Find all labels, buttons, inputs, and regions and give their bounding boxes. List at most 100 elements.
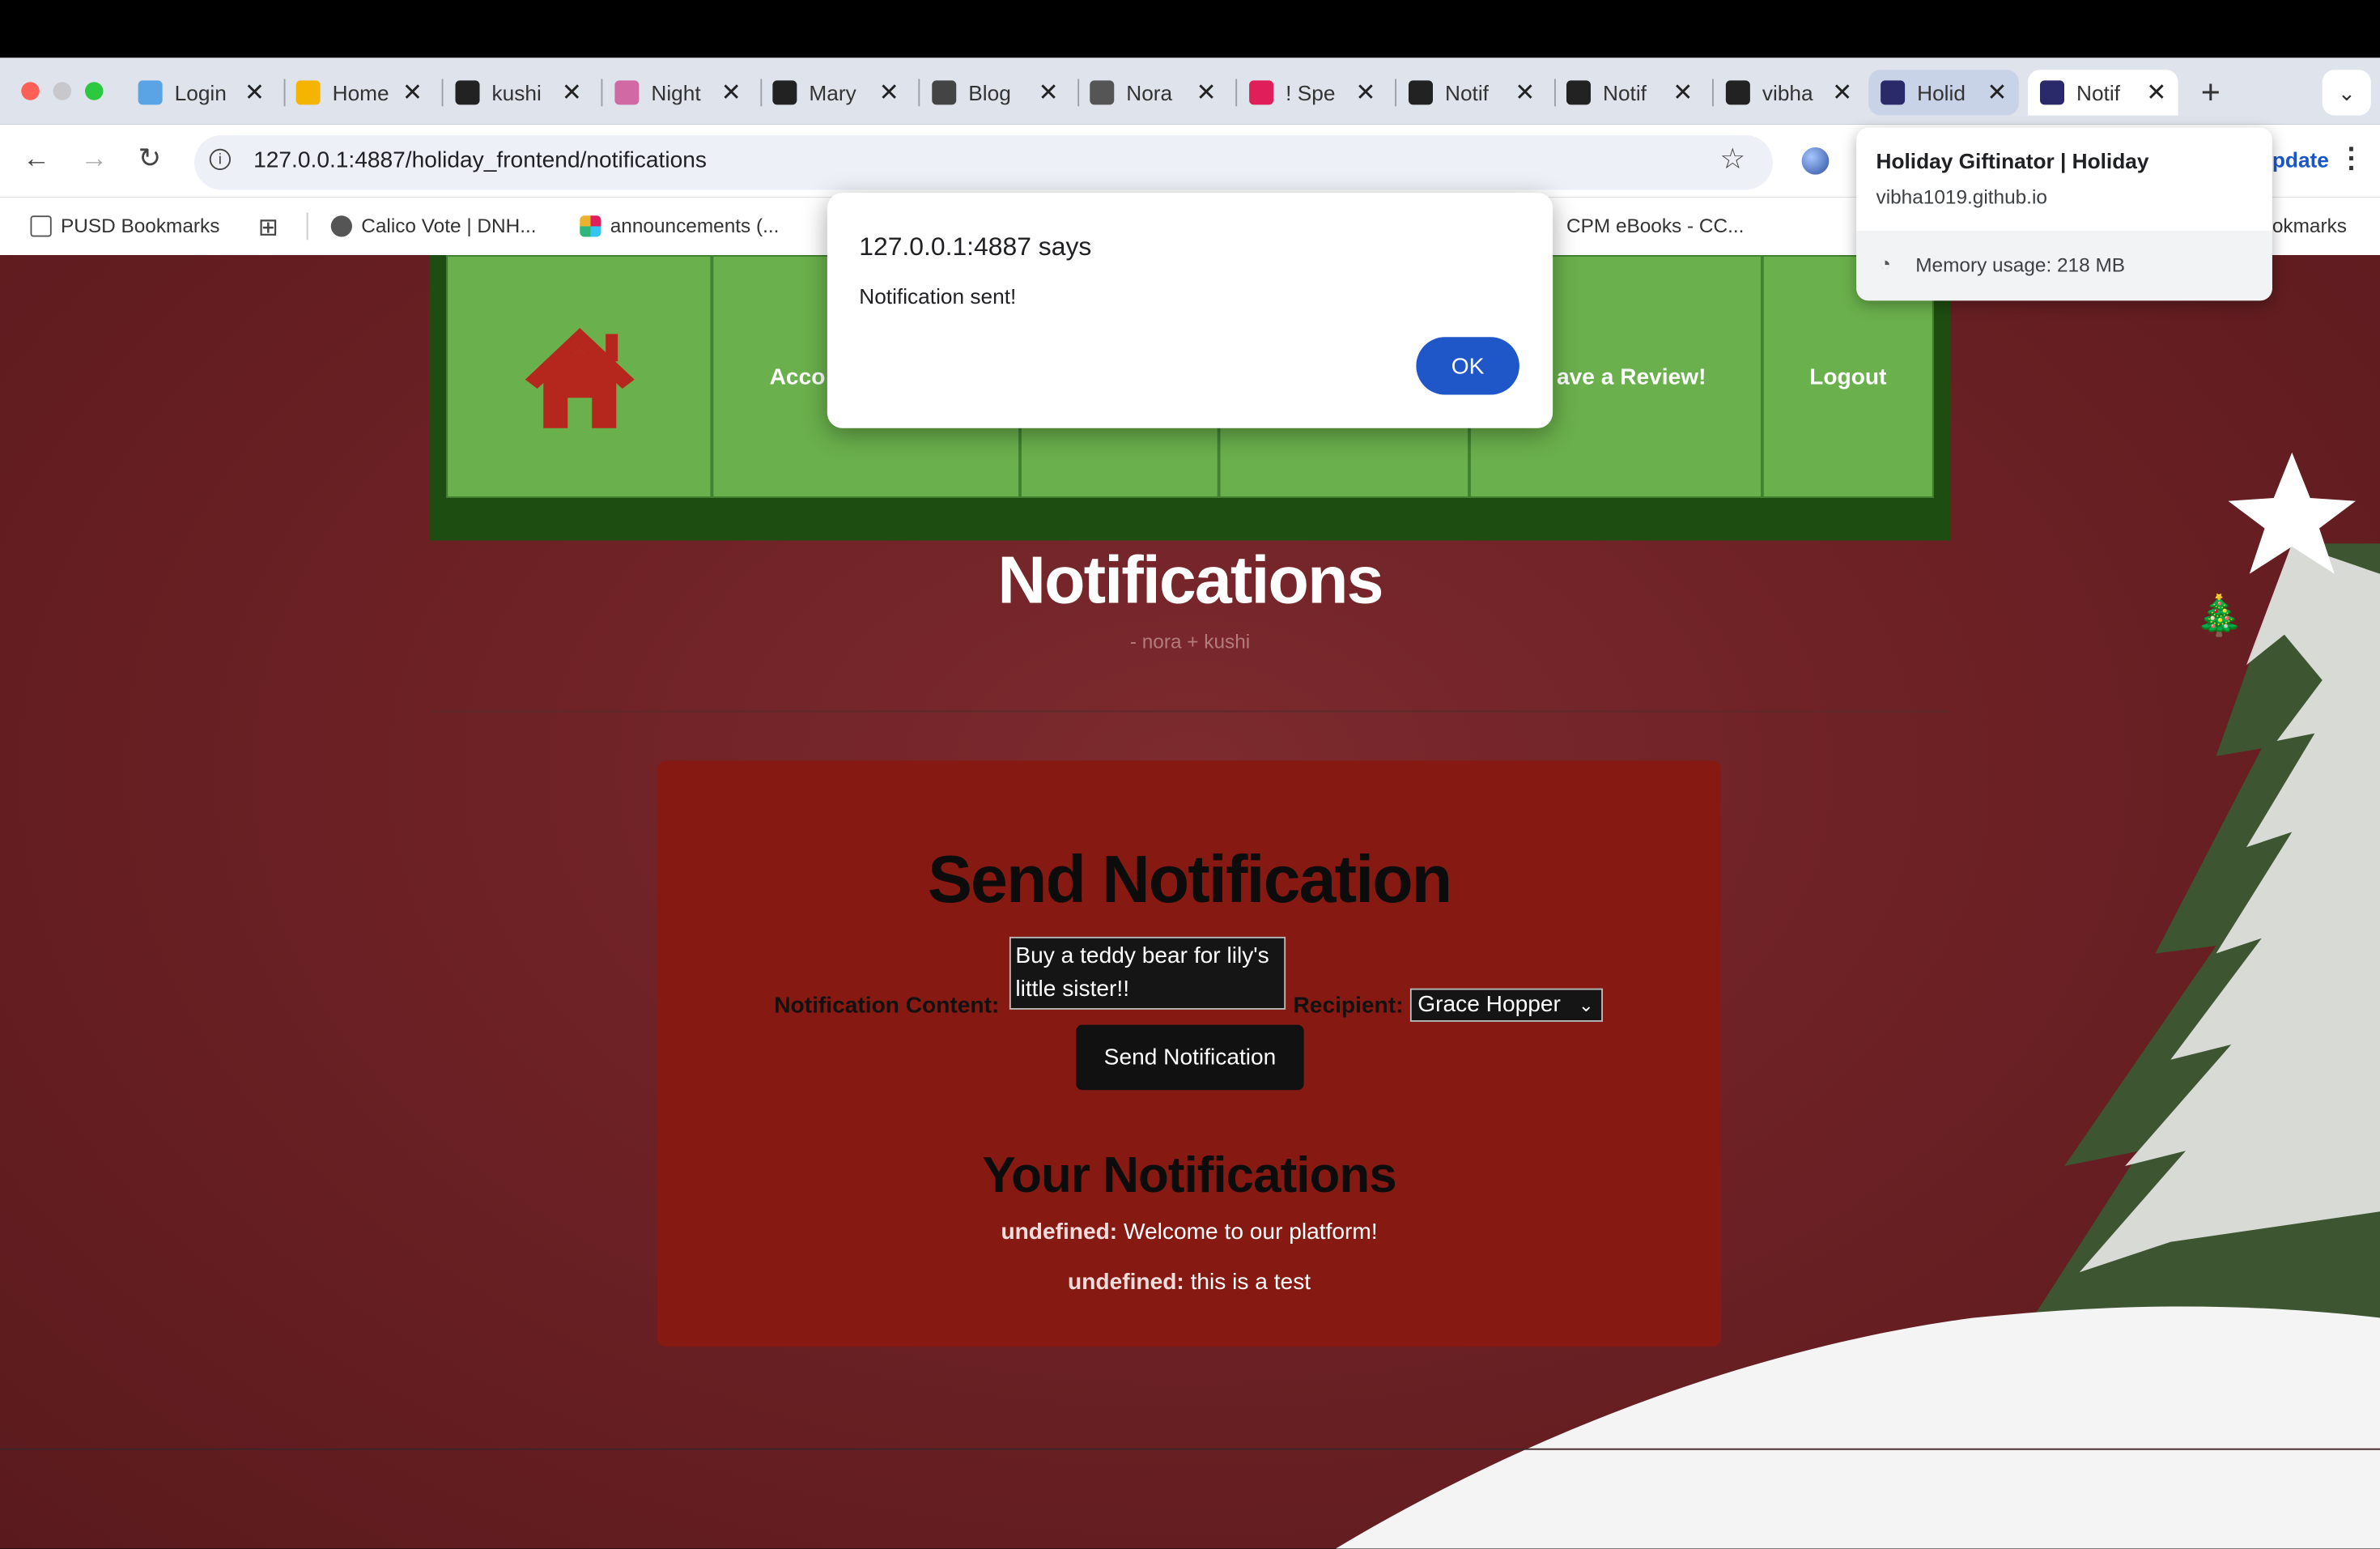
hover-card-domain: vibha1019.github.io [1876,185,2047,208]
ok-button[interactable]: OK [1416,337,1519,394]
tab-close-icon[interactable]: ✕ [402,78,423,109]
tab[interactable]: Blog✕ [920,70,1070,115]
tab[interactable]: Notif ✕ [2028,70,2178,115]
all-bookmarks[interactable]: okmarks [2272,214,2347,236]
tab[interactable]: Night✕ [602,70,753,115]
tab-search-chevron-icon[interactable]: ⌄ [2323,70,2371,115]
calico-icon [331,215,352,236]
tab-hover-card: Holiday Giftinator | Holiday vibha1019.g… [1856,128,2272,301]
notification-content-input[interactable]: Buy a teddy bear for lily's little siste… [1009,937,1286,1010]
tab-close-icon[interactable]: ✕ [244,78,265,109]
back-arrow-icon[interactable]: ← [23,143,50,174]
tab-favicon-icon [1726,80,1750,104]
tab-favicon-icon [932,80,956,104]
tab-favicon-icon [1881,80,1905,104]
site-info-icon[interactable]: i [210,149,231,170]
tab-favicon-icon [1090,80,1114,104]
tab[interactable]: ! Spe✕ [1237,70,1388,115]
tab-favicon-icon [1566,80,1591,104]
tab-label: vibha [1762,80,1820,104]
page-content: 🎄 Acco ave a Review! Logout Notification… [0,255,2380,1549]
page-title: Notifications [0,543,2380,619]
url-text[interactable]: 127.0.0.1:4887/holiday_frontend/notifica… [253,147,707,173]
page-subtitle: - nora + kushi [0,630,2380,653]
chevron-down-icon: ⌄ [1579,990,1594,1021]
extension-globe-icon[interactable] [1802,147,1830,175]
tab-close-icon[interactable]: ✕ [1355,78,1375,109]
bookmark-label: okmarks [2272,214,2347,236]
bookmark-label: announcements (... [610,214,780,236]
footer-divider [0,1449,2380,1450]
maximize-window-button[interactable] [85,82,104,100]
tab-close-icon[interactable]: ✕ [1672,78,1693,109]
notification-card: Send Notification Notification Content: … [657,760,1721,1347]
notification-item: undefined: this is a test [657,1270,1721,1296]
close-window-button[interactable] [21,82,40,100]
tab-favicon-icon [138,80,163,104]
bookmark-cpm[interactable]: CPM eBooks - CC... [1566,214,1744,236]
tab[interactable]: Mary ✕ [760,70,911,115]
tab-label: Holid [1917,80,1974,104]
bookmark-announcements[interactable]: announcements (... [580,214,779,236]
tab[interactable]: Nora ✕ [1077,70,1228,115]
tab-close-icon[interactable]: ✕ [1515,78,1535,109]
new-tab-button[interactable]: + [2201,73,2221,113]
tab-close-icon[interactable]: ✕ [2146,78,2166,109]
alert-dialog: 127.0.0.1:4887 says Notification sent! O… [827,193,1553,428]
your-notifications-heading: Your Notifications [657,1147,1721,1204]
dialog-message: Notification sent! [859,284,1016,309]
tab-close-icon[interactable]: ✕ [562,78,582,109]
screen: Login✕Home✕kushi✕Night✕Mary✕Blog✕Nora✕! … [0,0,2380,1549]
reload-icon[interactable]: ↻ [138,143,161,174]
update-button[interactable]: pdate [2272,147,2329,172]
gauge-icon: ◔ [1879,252,1891,274]
tab-label: Login [175,80,232,104]
bookmark-calico[interactable]: Calico Vote | DNH... [331,214,537,236]
bookmark-divider [307,213,308,240]
nav-logout-label: Logout [1809,364,1886,389]
tab-label: Notif [1445,80,1502,104]
tab-favicon-icon [2040,80,2064,104]
home-icon [521,322,637,432]
nav-account-label: Acco [770,364,826,389]
tab-close-icon[interactable]: ✕ [721,78,742,109]
notification-sender: undefined: [1001,1219,1117,1245]
tab[interactable]: Notif ✕ [1396,70,1547,115]
tab[interactable]: vibha ✕ [1714,70,1864,115]
dialog-title: 127.0.0.1:4887 says [859,232,1091,263]
folder-icon [31,215,52,236]
minimize-window-button[interactable] [53,82,72,100]
tab[interactable]: Home✕ [284,70,435,115]
tab[interactable]: kushi✕ [444,70,594,115]
tab-favicon-icon [614,80,639,104]
notification-item: undefined: Welcome to our platform! [657,1219,1721,1245]
tab[interactable]: Login ✕ [126,70,277,115]
tab-label: Notif [2076,80,2134,104]
nav-home[interactable] [446,255,712,498]
recipient-label: Recipient: [1294,993,1404,1019]
content-label: Notification Content: [774,993,999,1019]
hover-card-title: Holiday Giftinator | Holiday [1876,149,2149,173]
memory-usage-text: Memory usage: 218 MB [1915,253,2125,276]
bookmark-pusd[interactable]: PUSD Bookmarks [31,214,220,236]
tab-close-icon[interactable]: ✕ [1196,78,1217,109]
recipient-select[interactable]: Grace Hopper ⌄ [1410,989,1603,1022]
tab[interactable]: Holid ✕ [1868,70,2019,115]
bookmark-label: PUSD Bookmarks [61,214,219,236]
tab-favicon-icon [1409,80,1433,104]
menu-dots-icon[interactable]: ⋮ [2338,143,2365,174]
tab-close-icon[interactable]: ✕ [1039,78,1059,109]
tab-label: Mary [809,80,866,104]
tab-close-icon[interactable]: ✕ [1987,78,2007,109]
tab[interactable]: Notif✕ [1554,70,1705,115]
notification-text: this is a test [1191,1270,1311,1296]
forward-arrow-icon[interactable]: → [80,143,108,174]
apps-grid-icon[interactable]: ⊞ [258,213,278,244]
nav-review-label: ave a Review! [1557,364,1706,389]
send-notification-button[interactable]: Send Notification [1076,1025,1303,1091]
bookmark-label: CPM eBooks - CC... [1566,214,1744,236]
tab-label: Nora [1126,80,1184,104]
tab-close-icon[interactable]: ✕ [1832,78,1852,109]
bookmark-star-icon[interactable]: ☆ [1719,143,1745,177]
tab-close-icon[interactable]: ✕ [879,78,899,109]
